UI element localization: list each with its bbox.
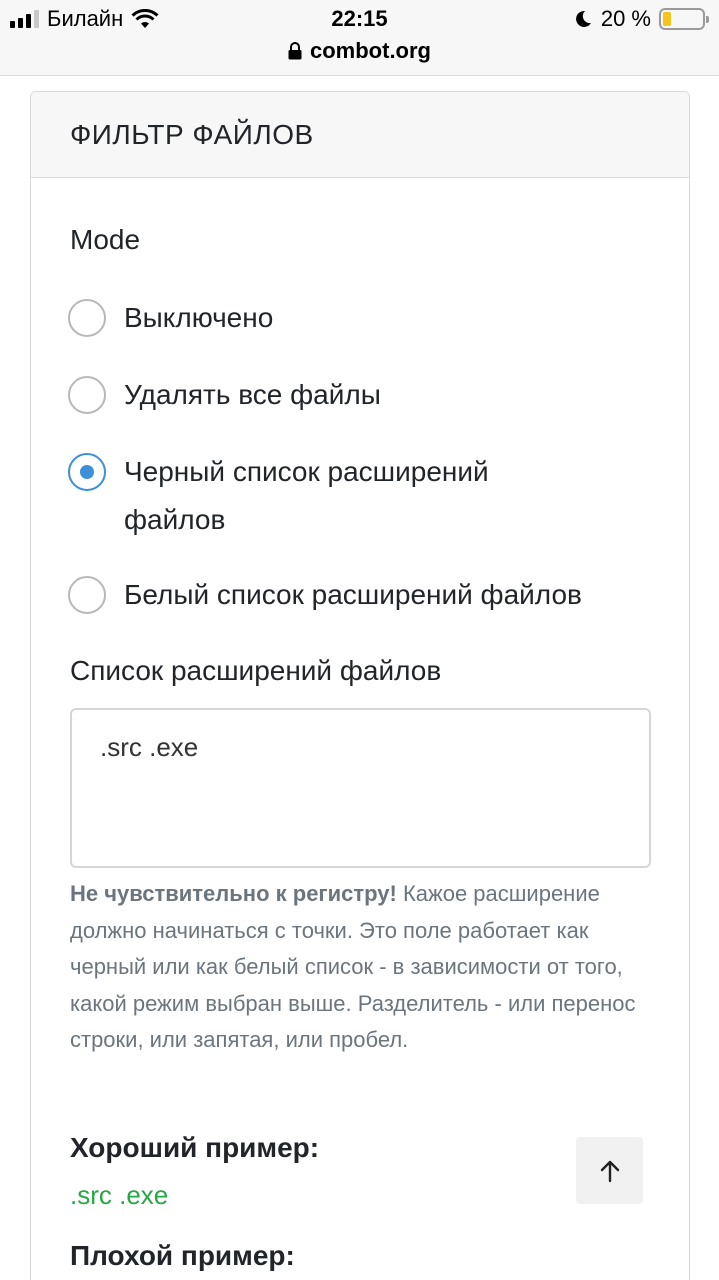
- mode-option-delete-all[interactable]: Удалять все файлы: [68, 376, 644, 419]
- help-bold: Не чувствительно к регистру!: [70, 881, 397, 906]
- mode-option-whitelist[interactable]: Белый список расширений файлов: [68, 576, 644, 619]
- mode-label: Mode: [70, 224, 141, 255]
- radio-blacklist[interactable]: [68, 453, 106, 491]
- arrow-up-icon: [600, 1160, 619, 1182]
- battery-icon: [659, 8, 709, 30]
- battery-fill: [663, 12, 671, 26]
- lock-icon: [288, 42, 302, 60]
- scroll-top-button[interactable]: [576, 1137, 643, 1204]
- good-example-title: Хороший пример:: [70, 1132, 320, 1163]
- good-example-value: .src .exe: [70, 1180, 169, 1210]
- radio-delete-all[interactable]: [68, 376, 106, 414]
- card-header: ФИЛЬТР ФАЙЛОВ: [31, 92, 689, 178]
- bad-example-title: Плохой пример:: [70, 1240, 295, 1271]
- help-text: Кажое расширение должно начинаться с точ…: [70, 881, 636, 1052]
- address-bar[interactable]: combot.org: [0, 38, 719, 64]
- mode-option-blacklist[interactable]: Черный список расширений файлов: [68, 453, 564, 544]
- url-text: combot.org: [310, 38, 431, 63]
- mode-option-off[interactable]: Выключено: [68, 299, 644, 342]
- radio-off[interactable]: [68, 299, 106, 337]
- battery-percent: 20 %: [600, 6, 651, 31]
- extensions-textarea[interactable]: .src .exe: [70, 708, 651, 868]
- mode-option-label: Удалять все файлы: [124, 379, 381, 410]
- file-filter-card: ФИЛЬТР ФАЙЛОВ Mode Выключено Удалять все…: [30, 91, 690, 1280]
- mode-option-label: Белый список расширений файлов: [124, 579, 582, 610]
- radio-whitelist[interactable]: [68, 576, 106, 614]
- extensions-label: Список расширений файлов: [70, 655, 442, 686]
- battery-info: 20 %: [573, 6, 709, 32]
- status-bar: Билайн 22:15 20 % combot.org: [0, 0, 719, 76]
- moon-icon: [575, 10, 591, 27]
- extensions-help: Не чувствительно к регистру! Кажое расши…: [70, 876, 640, 1059]
- mode-option-label: Черный список расширений файлов: [124, 456, 489, 535]
- mode-option-label: Выключено: [124, 302, 274, 333]
